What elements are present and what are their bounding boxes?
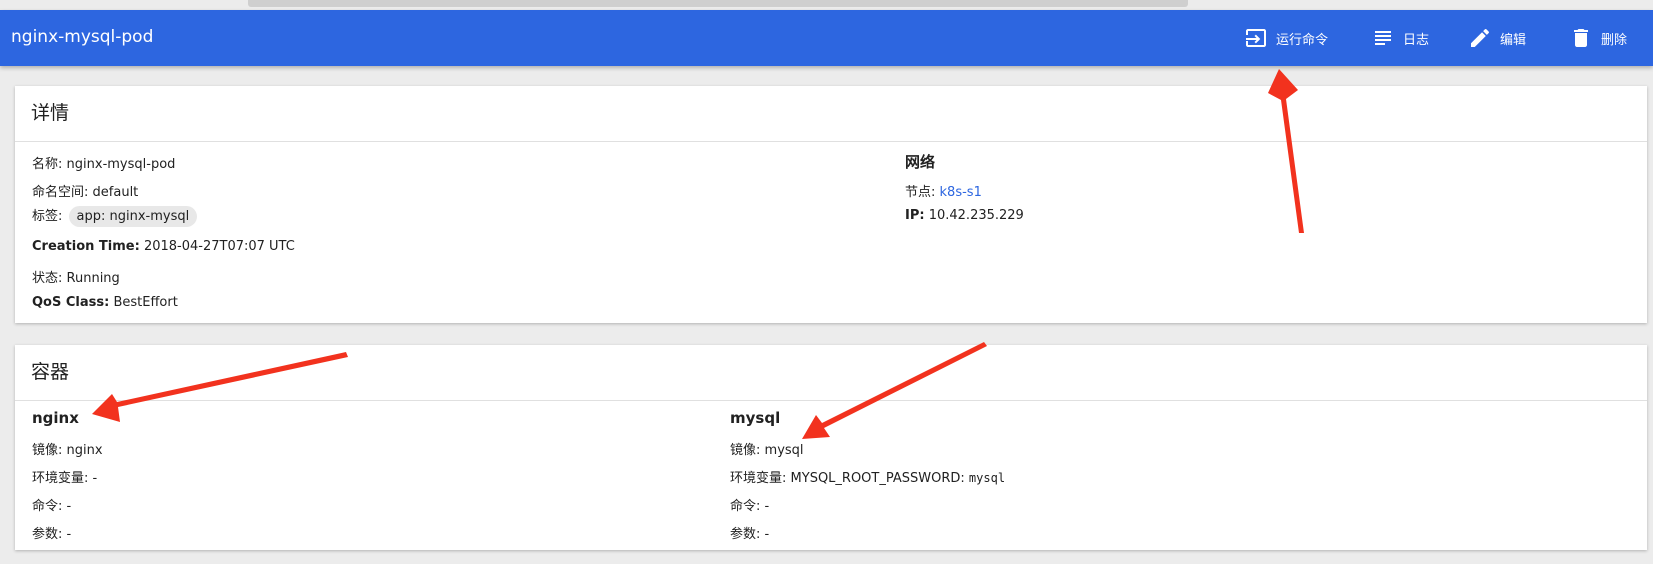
env-value: - (92, 471, 98, 486)
container-cmd-row: 命令: - (730, 495, 769, 514)
containers-card: 容器 nginx 镜像: nginx 环境变量: - 命令: - 参数: - m… (15, 345, 1647, 550)
env-secret-value: mysql (968, 471, 1006, 485)
status-row: 状态: Running (32, 267, 120, 286)
container-args-row: 参数: - (32, 523, 71, 542)
ip-row: IP: 10.42.235.229 (905, 208, 1024, 223)
logs-label: 日志 (1403, 32, 1430, 48)
args-value: - (764, 527, 770, 542)
namespace-value: default (92, 185, 139, 200)
cmd-label: 命令: (730, 499, 761, 514)
image-value: mysql (764, 443, 804, 458)
logs-icon (1375, 31, 1391, 45)
page-title: nginx-mysql-pod (11, 27, 154, 47)
namespace-label: 命名空间: (32, 185, 89, 200)
name-row: 名称: nginx-mysql-pod (32, 153, 175, 172)
image-value: nginx (66, 443, 103, 458)
args-label: 参数: (730, 527, 761, 542)
labels-label: 标签: (32, 209, 63, 224)
container-image-row: 镜像: nginx (32, 439, 103, 458)
network-title: 网络 (905, 153, 936, 171)
namespace-row: 命名空间: default (32, 181, 138, 200)
containers-title: 容器 (15, 345, 1647, 401)
image-label: 镜像: (730, 443, 761, 458)
qos-value: BestEffort (113, 295, 178, 310)
exec-button[interactable]: 运行命令 (1244, 10, 1328, 66)
args-label: 参数: (32, 527, 63, 542)
qos-row: QoS Class: BestEffort (32, 295, 178, 310)
creation-label: Creation Time: (32, 239, 140, 254)
details-card: 详情 名称: nginx-mysql-pod 命名空间: default 标签:… (15, 86, 1647, 323)
env-label: 环境变量: (730, 471, 787, 486)
ip-value: 10.42.235.229 (928, 208, 1024, 223)
args-value: - (66, 527, 72, 542)
status-label: 状态: (32, 271, 63, 286)
container-env-row: 环境变量: MYSQL_ROOT_PASSWORD: mysql (730, 467, 1005, 486)
delete-label: 删除 (1601, 32, 1628, 48)
name-value: nginx-mysql-pod (66, 157, 176, 172)
name-label: 名称: (32, 157, 63, 172)
creation-row: Creation Time: 2018-04-27T07:07 UTC (32, 239, 295, 254)
container-name: nginx (32, 409, 79, 427)
pod-toolbar: nginx-mysql-pod 运行命令 日志 编辑 删除 (0, 10, 1653, 66)
details-title: 详情 (15, 86, 1647, 142)
env-label: 环境变量: (32, 471, 89, 486)
labels-row: 标签: app: nginx-mysql (32, 205, 198, 227)
logs-button[interactable]: 日志 (1371, 10, 1429, 66)
status-value: Running (66, 271, 120, 286)
cmd-label: 命令: (32, 499, 63, 514)
creation-value: 2018-04-27T07:07 UTC (143, 239, 295, 254)
container-name: mysql (730, 409, 781, 427)
env-value: MYSQL_ROOT_PASSWORD: (790, 471, 965, 486)
ip-label: IP: (905, 208, 925, 223)
container-env-row: 环境变量: - (32, 467, 97, 486)
edit-label: 编辑 (1500, 32, 1527, 48)
qos-label: QoS Class: (32, 295, 110, 310)
label-chip: app: nginx-mysql (68, 206, 198, 227)
container-image-row: 镜像: mysql (730, 439, 804, 458)
cmd-value: - (66, 499, 72, 514)
horizontal-scrollbar[interactable] (248, 0, 1188, 7)
container-args-row: 参数: - (730, 523, 769, 542)
delete-button[interactable]: 删除 (1569, 10, 1627, 66)
container-cmd-row: 命令: - (32, 495, 71, 514)
cmd-value: - (764, 499, 770, 514)
node-label: 节点: (905, 185, 936, 200)
image-label: 镜像: (32, 443, 63, 458)
edit-button[interactable]: 编辑 (1468, 10, 1526, 66)
node-link[interactable]: k8s-s1 (940, 185, 982, 200)
trash-icon (1574, 29, 1588, 47)
exec-icon (1246, 29, 1266, 47)
exec-label: 运行命令 (1276, 32, 1329, 48)
pencil-icon (1471, 29, 1489, 47)
node-row: 节点: k8s-s1 (905, 181, 982, 200)
